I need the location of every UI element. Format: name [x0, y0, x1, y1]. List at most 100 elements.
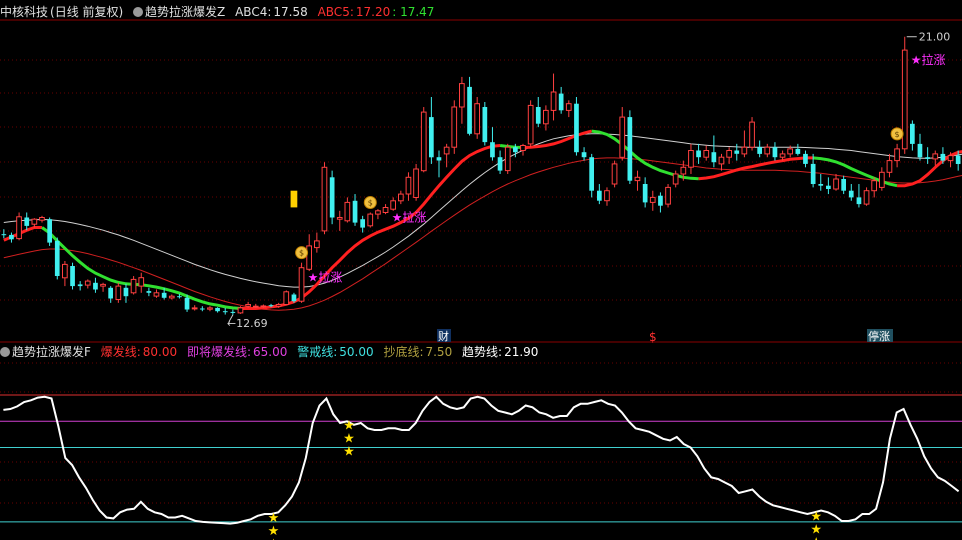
- candle-body: [925, 157, 930, 159]
- candle-body: [627, 117, 633, 181]
- candle: [803, 150, 808, 168]
- candle: [16, 212, 22, 241]
- candle-body: [153, 292, 160, 297]
- abc4-value: 17.58: [273, 5, 308, 19]
- candle-body: [70, 266, 75, 287]
- candle: [871, 177, 877, 198]
- candle: [589, 153, 594, 198]
- candle: [1, 229, 7, 239]
- bottom-header: 趋势拉涨爆发F 爆发线: 80.00 即将爆发线: 65.00 警戒线: 50.00 …: [0, 343, 544, 361]
- security-name[interactable]: 中核科技: [0, 5, 48, 19]
- candle-body: [230, 311, 236, 313]
- candle: [703, 145, 710, 161]
- candle: [130, 276, 137, 295]
- candle-body: [932, 153, 939, 160]
- chart-canvas[interactable]: $$$★拉涨★拉涨★拉涨21.00←12.69财$停涨 ★★★★★★★★★: [0, 0, 962, 540]
- candle: [925, 147, 930, 164]
- candle: [504, 143, 511, 174]
- candle-body: [146, 291, 152, 293]
- candle-body: [336, 217, 343, 220]
- burst-star: ★: [343, 444, 355, 459]
- candle-body: [940, 153, 946, 161]
- candle: [917, 133, 923, 161]
- candle-body: [741, 146, 748, 155]
- candle: [9, 232, 14, 243]
- short-ma-falling-segment: [591, 129, 699, 181]
- candle-body: [451, 106, 458, 148]
- candle-body: [245, 304, 252, 307]
- candle-body: [77, 284, 83, 287]
- candle-body: [757, 147, 762, 154]
- candle: [726, 147, 732, 164]
- burst-star: ★: [343, 431, 355, 446]
- chart-period[interactable]: (日线 前复权): [50, 5, 123, 19]
- candle: [550, 73, 557, 121]
- candle-body: [642, 184, 648, 203]
- candle: [841, 175, 846, 195]
- candle: [398, 190, 404, 205]
- candle-body: [795, 148, 801, 154]
- indicator-name-f[interactable]: 趋势拉涨爆发F: [12, 345, 91, 359]
- candle: [543, 105, 549, 131]
- candle-body: [275, 304, 282, 307]
- candle-body: [574, 103, 579, 153]
- candle-body: [901, 49, 908, 150]
- finance-marker: 财: [437, 329, 451, 343]
- candle: [153, 289, 160, 298]
- candle-body: [138, 277, 145, 287]
- candle-body: [879, 171, 885, 188]
- candle-body: [818, 184, 824, 186]
- candle: [482, 102, 488, 146]
- candle: [420, 107, 427, 173]
- candle: [894, 143, 900, 168]
- candle: [146, 287, 152, 297]
- abc5-value: 17.20: [355, 5, 391, 19]
- candle: [329, 170, 335, 225]
- candle-body: [100, 283, 106, 287]
- candle-body: [413, 168, 419, 198]
- candle-body: [459, 83, 465, 108]
- candle-body: [611, 163, 618, 185]
- candle-body: [321, 166, 328, 232]
- indicator-name-z[interactable]: 趋势拉涨爆发Z: [145, 5, 225, 19]
- candle-body: [84, 280, 91, 286]
- candle: [619, 107, 626, 161]
- candle-body: [390, 200, 396, 210]
- candle-body: [283, 291, 290, 305]
- candle: [245, 301, 252, 308]
- indicator-menu-icon-f[interactable]: [0, 347, 10, 357]
- candle-body: [360, 219, 365, 228]
- candle: [344, 197, 351, 223]
- candle-body: [298, 267, 305, 302]
- candle-body: [764, 146, 771, 155]
- candle: [168, 294, 175, 300]
- candle-body: [619, 116, 626, 158]
- candle-body: [252, 305, 259, 308]
- candle-body: [871, 180, 877, 192]
- money-bag-glyph: $: [895, 130, 900, 139]
- candle: [826, 177, 831, 195]
- indicator-menu-icon[interactable]: [133, 7, 144, 17]
- burst-star: ★: [810, 535, 822, 540]
- candle-body: [649, 196, 656, 203]
- candle: [558, 86, 564, 114]
- candle-body: [215, 307, 220, 312]
- candle: [718, 153, 725, 171]
- candle-body: [474, 103, 480, 135]
- low-price-tick: [228, 314, 234, 323]
- finance-marker-text: 财: [438, 329, 449, 343]
- candle-body: [734, 150, 740, 154]
- candle-body: [863, 190, 870, 205]
- candle: [138, 272, 145, 293]
- candle-body: [711, 152, 717, 163]
- line-label-4: 趋势线:: [462, 345, 503, 359]
- candle-body: [123, 287, 129, 297]
- candle: [649, 190, 656, 211]
- candle: [39, 215, 45, 223]
- candle: [306, 234, 312, 272]
- candle-body: [16, 216, 22, 240]
- candle: [932, 150, 939, 166]
- candle: [429, 96, 434, 164]
- candle-body: [718, 156, 725, 165]
- candle-body: [47, 219, 52, 243]
